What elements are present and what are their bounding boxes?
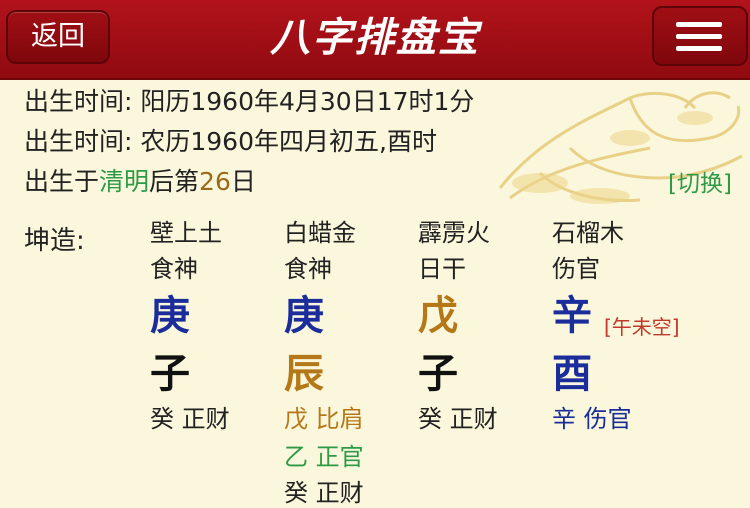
top-bar: 返回 八字排盘宝 bbox=[0, 0, 750, 80]
back-button-label: 返回 bbox=[31, 21, 85, 52]
pillar-1-nayin: 壁上土 bbox=[150, 219, 222, 247]
pillar-3-hidden-1: 癸 正财 bbox=[418, 404, 498, 434]
pillar-2-hidden-2: 乙 正官 bbox=[284, 442, 364, 472]
pillar-2-hidden-1-stem: 戊 bbox=[284, 405, 308, 433]
gender-label: 坤造: bbox=[24, 226, 85, 256]
pillar-4-branch: 酉 bbox=[552, 350, 592, 397]
solar-term-mid: 后第 bbox=[149, 167, 200, 196]
app-title: 八字排盘宝 bbox=[270, 14, 480, 61]
back-button[interactable]: 返回 bbox=[6, 10, 110, 64]
pillar-4-hidden-1: 辛 伤官 bbox=[552, 404, 632, 434]
pillar-4-hidden-1-stem: 辛 bbox=[552, 405, 576, 433]
solar-term-days: 26 bbox=[199, 167, 231, 196]
pillar-2-stem: 庚 bbox=[284, 292, 324, 339]
pillar-3-hidden-1-stem: 癸 bbox=[418, 405, 442, 433]
solar-term-prefix: 出生于 bbox=[24, 167, 100, 196]
pillar-3-nayin: 霹雳火 bbox=[418, 219, 490, 247]
pillar-2-hidden-2-stem: 乙 bbox=[284, 443, 308, 471]
solar-birth-line: 出生时间: 阳历1960年4月30日17时1分 bbox=[24, 86, 474, 118]
pillar-2-hidden-2-god: 正官 bbox=[315, 443, 364, 471]
pillar-3-stem: 戊 bbox=[418, 292, 458, 339]
lunar-birth-line: 出生时间: 农历1960年四月初五,酉时 bbox=[24, 126, 437, 158]
pillar-4-ten-god: 伤官 bbox=[552, 255, 600, 283]
pillar-1-hidden-1: 癸 正财 bbox=[150, 404, 230, 434]
pillar-3-hidden-1-god: 正财 bbox=[449, 405, 498, 433]
pillar-2-hidden-1: 戊 比肩 bbox=[284, 404, 364, 434]
solar-term-line: 出生于清明后第26日 bbox=[24, 166, 256, 198]
pillar-1-hidden-1-stem: 癸 bbox=[150, 405, 174, 433]
solar-term-suffix: 日 bbox=[230, 167, 256, 196]
pillar-1-stem: 庚 bbox=[150, 292, 190, 339]
empty-branches-label: [午未空] bbox=[604, 315, 680, 339]
solar-term-name: 清明 bbox=[99, 167, 150, 196]
pillar-2-nayin: 白蜡金 bbox=[284, 219, 356, 247]
pillar-2-hidden-1-god: 比肩 bbox=[315, 405, 364, 433]
pillar-2-ten-god: 食神 bbox=[284, 255, 332, 283]
pillar-2-hidden-3-stem: 癸 bbox=[284, 479, 308, 507]
hamburger-menu-icon[interactable] bbox=[652, 6, 748, 66]
solar-birth-prefix: 出生时间: bbox=[24, 87, 141, 116]
pillar-1-ten-god: 食神 bbox=[150, 255, 198, 283]
pillar-1-hidden-1-god: 正财 bbox=[181, 405, 230, 433]
pillar-4-nayin: 石榴木 bbox=[552, 219, 624, 247]
pillar-4-hidden-1-god: 伤官 bbox=[583, 405, 632, 433]
lunar-birth-value: 农历1960年四月初五,酉时 bbox=[140, 127, 437, 156]
pillar-2-branch: 辰 bbox=[284, 350, 324, 397]
pillar-3-ten-god: 日干 bbox=[418, 255, 466, 283]
lunar-birth-prefix: 出生时间: bbox=[24, 127, 141, 156]
pillar-4-stem: 辛 bbox=[552, 292, 592, 339]
switch-button[interactable]: [切换] bbox=[668, 164, 732, 198]
solar-birth-value: 阳历1960年4月30日17时1分 bbox=[140, 87, 475, 116]
pillar-2-hidden-3-god: 正财 bbox=[315, 479, 364, 507]
pillar-2-hidden-3: 癸 正财 bbox=[284, 478, 364, 508]
pillar-3-branch: 子 bbox=[418, 350, 458, 397]
pillar-1-branch: 子 bbox=[150, 350, 190, 397]
